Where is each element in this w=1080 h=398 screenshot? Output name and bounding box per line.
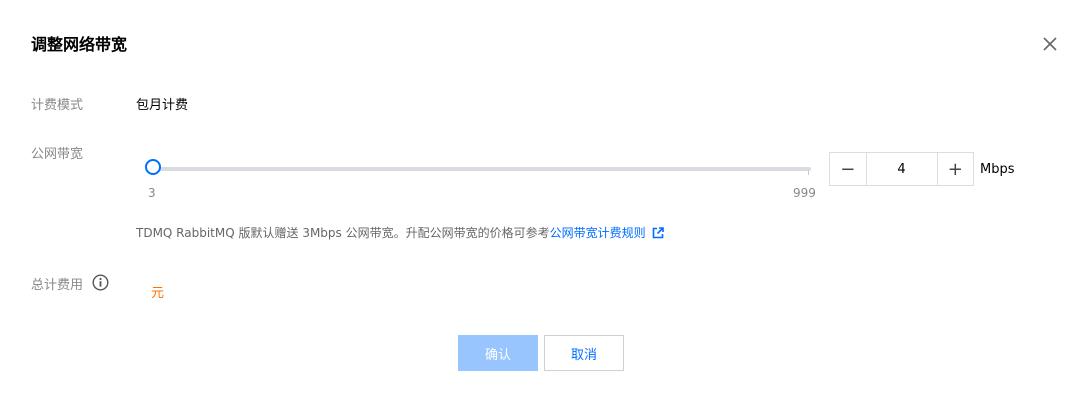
- bandwidth-input[interactable]: [866, 153, 937, 185]
- billing-mode-label: 计费模式: [31, 98, 84, 113]
- bandwidth-label: 公网带宽: [31, 147, 84, 162]
- bandwidth-hint: TDMQ RabbitMQ 版默认赠送 3Mbps 公网带宽。升配公网带宽的价格…: [136, 224, 664, 241]
- slider-max-label: 999: [793, 186, 816, 200]
- confirm-button[interactable]: 确认: [458, 335, 538, 371]
- increment-button[interactable]: +: [936, 153, 973, 185]
- dialog-title: 调整网络带宽: [31, 35, 128, 54]
- bandwidth-slider-track[interactable]: [153, 167, 811, 171]
- cancel-button[interactable]: 取消: [544, 335, 624, 371]
- total-cost-currency: 元: [151, 286, 165, 301]
- slider-end-tick: [808, 170, 809, 175]
- info-icon[interactable]: [92, 274, 109, 291]
- external-link-icon: [652, 227, 664, 239]
- bandwidth-pricing-link[interactable]: 公网带宽计费规则: [550, 226, 664, 240]
- bandwidth-slider-handle[interactable]: [145, 159, 161, 175]
- bandwidth-unit: Mbps: [980, 162, 1015, 177]
- bandwidth-stepper: − +: [829, 152, 974, 186]
- adjust-bandwidth-dialog: 调整网络带宽 计费模式 包月计费 公网带宽 3 999 − + Mbps TDM…: [0, 0, 1080, 398]
- slider-min-label: 3: [148, 186, 156, 200]
- bandwidth-pricing-link-label: 公网带宽计费规则: [549, 226, 646, 240]
- decrement-button[interactable]: −: [830, 153, 867, 185]
- bandwidth-hint-text: TDMQ RabbitMQ 版默认赠送 3Mbps 公网带宽。升配公网带宽的价格…: [136, 226, 550, 240]
- total-cost-label: 总计费用: [31, 278, 84, 293]
- billing-mode-value: 包月计费: [136, 98, 189, 113]
- close-icon[interactable]: [1041, 35, 1059, 53]
